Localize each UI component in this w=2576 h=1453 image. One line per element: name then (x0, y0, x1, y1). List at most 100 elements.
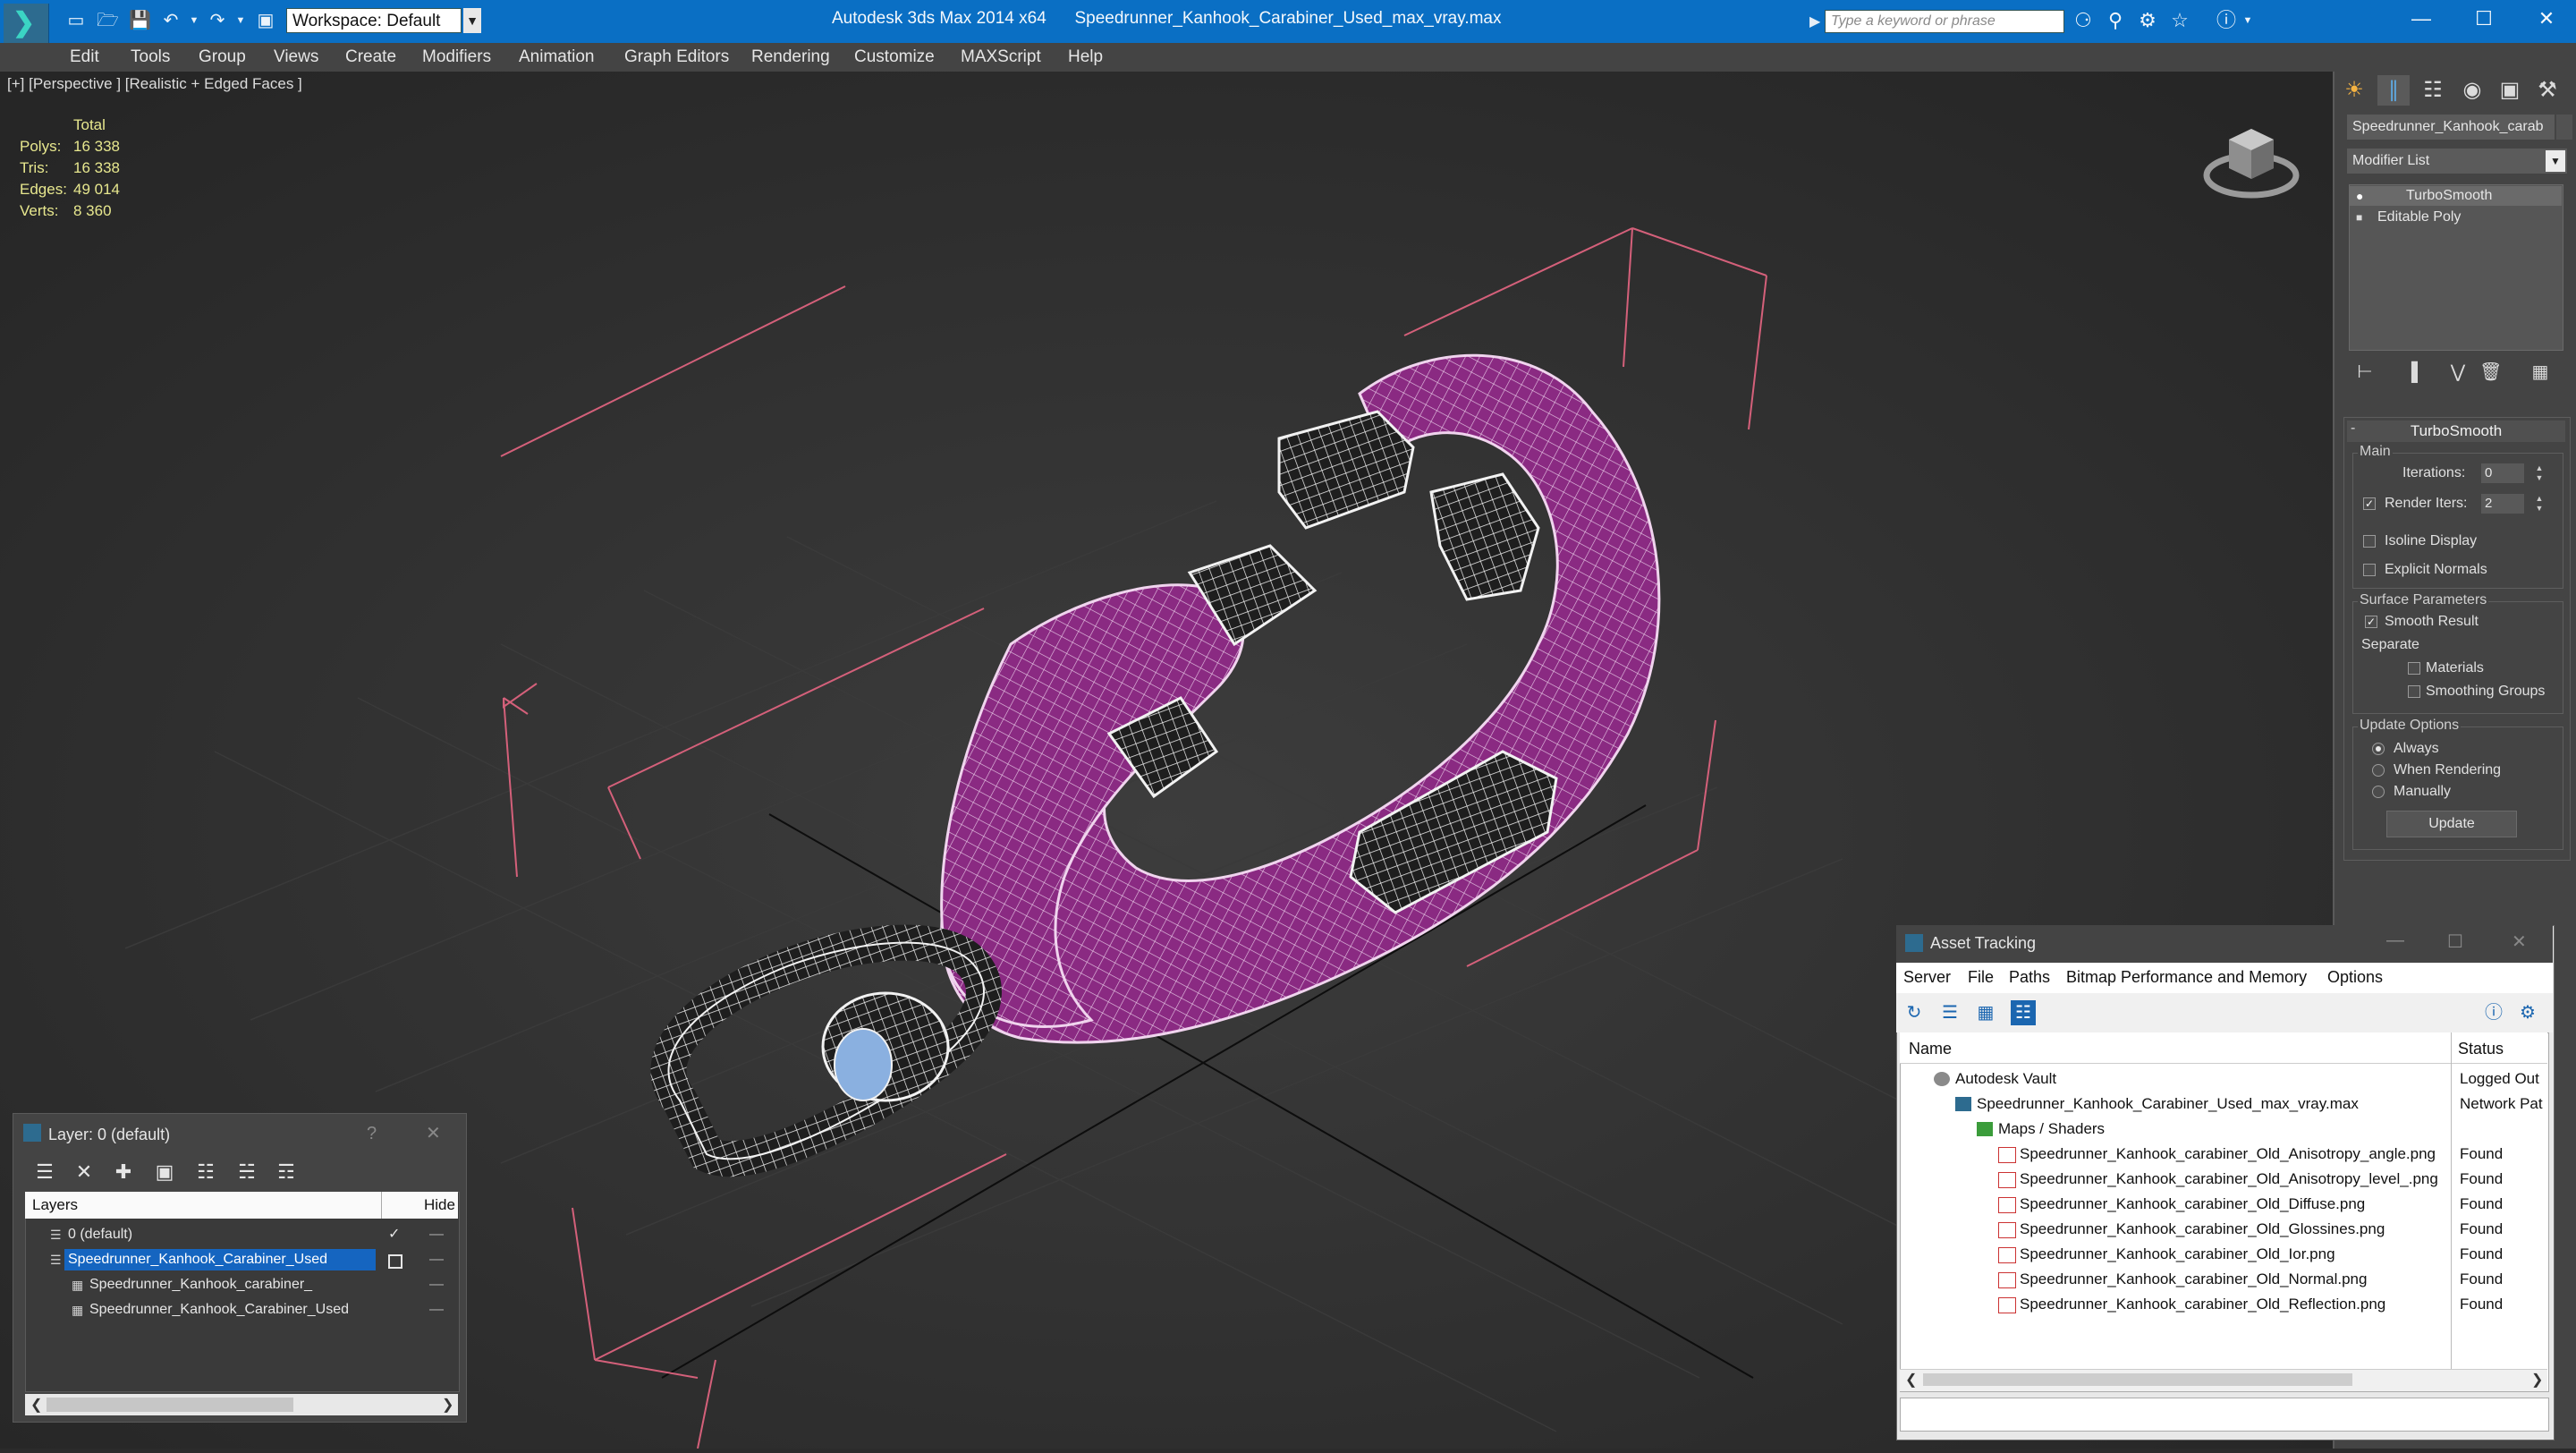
menu-views[interactable]: Views (274, 43, 318, 72)
scroll-left-icon[interactable]: ❮ (1905, 1371, 1917, 1389)
motion-tab-icon[interactable]: ◉ (2456, 75, 2488, 106)
close-icon[interactable]: ✕ (2512, 930, 2527, 953)
lightbulb-icon[interactable]: ● (2356, 186, 2363, 206)
help-dropdown-icon[interactable]: ▼ (2236, 9, 2259, 32)
table-view-icon[interactable]: ▦ (1973, 1000, 1998, 1025)
col-layers[interactable]: Layers (32, 1196, 78, 1214)
maximize-icon[interactable]: ☐ (2447, 930, 2463, 953)
menu-tools[interactable]: Tools (131, 43, 170, 72)
render-iters-spinner[interactable]: 2 (2481, 494, 2524, 514)
asset-menu-bitmap-performance[interactable]: Bitmap Performance and Memory (2066, 968, 2307, 987)
close-icon[interactable]: ✕ (426, 1122, 441, 1144)
configure-modifier-sets-icon[interactable]: ▦ (2529, 361, 2551, 383)
pin-stack-icon[interactable]: ⊢ (2354, 361, 2376, 383)
help-icon[interactable]: ⓘ (2215, 9, 2238, 32)
scroll-right-icon[interactable]: ❯ (2531, 1371, 2543, 1389)
stack-item-editable-poly[interactable]: ■ Editable Poly (2349, 208, 2562, 227)
always-radio[interactable] (2372, 743, 2385, 755)
manually-radio[interactable] (2372, 786, 2385, 798)
set-current-layer-icon[interactable]: ☵ (234, 1160, 259, 1185)
minimize-icon[interactable]: — (2386, 930, 2404, 951)
new-file-icon[interactable]: ▭ (66, 11, 86, 30)
smooth-result-checkbox[interactable]: ✓ (2365, 616, 2377, 628)
asset-menu-file[interactable]: File (1968, 968, 1994, 987)
asset-row[interactable]: Speedrunner_Kanhook_carabiner_Old_Normal… (1900, 1267, 2547, 1292)
asset-row[interactable]: Speedrunner_Kanhook_carabiner_Old_Ior.pn… (1900, 1242, 2547, 1267)
search-input[interactable]: Type a keyword or phrase (1825, 10, 2064, 33)
show-end-result-icon[interactable]: ▐ (2401, 361, 2422, 383)
menu-create[interactable]: Create (345, 43, 396, 72)
update-button[interactable]: Update (2386, 811, 2517, 837)
materials-checkbox[interactable] (2408, 662, 2420, 675)
workspace-select[interactable]: Workspace: Default (286, 8, 462, 33)
viewcube-icon[interactable] (2202, 113, 2301, 202)
display-tab-icon[interactable]: ▣ (2494, 75, 2526, 106)
refresh-icon[interactable]: ↻ (1902, 1000, 1927, 1025)
hierarchy-tab-icon[interactable]: ☷ (2417, 75, 2449, 106)
undo-icon[interactable]: ↶ (161, 11, 181, 30)
object-name-field[interactable]: Speedrunner_Kanhook_carab (2347, 115, 2555, 140)
save-file-icon[interactable]: 💾 (129, 11, 151, 30)
spinner-arrows-icon[interactable]: ▲ ▼ (2533, 494, 2546, 514)
asset-row[interactable]: Speedrunner_Kanhook_carabiner_Old_Anisot… (1900, 1142, 2547, 1167)
close-icon[interactable]: ✕ (2519, 0, 2574, 38)
menu-customize[interactable]: Customize (854, 43, 935, 72)
hide-all-layers-icon[interactable]: ☶ (274, 1160, 299, 1185)
app-logo-icon[interactable]: ❯ (4, 4, 49, 43)
asset-menu-server[interactable]: Server (1903, 968, 1951, 987)
asset-row[interactable]: Maps / Shaders (1900, 1117, 2547, 1142)
undo-dropdown-icon[interactable]: ▼ (184, 11, 204, 30)
explicit-normals-checkbox[interactable] (2363, 564, 2376, 576)
create-layer-icon[interactable]: ☰ (32, 1160, 57, 1185)
menu-maxscript[interactable]: MAXScript (961, 43, 1041, 72)
layer-checkbox[interactable] (388, 1254, 402, 1269)
select-in-layer-icon[interactable]: ▣ (152, 1160, 177, 1185)
layer-row[interactable]: ▦ Speedrunner_Kanhook_Carabiner_Used — (27, 1297, 456, 1322)
object-color-swatch[interactable] (2556, 115, 2572, 140)
open-file-icon[interactable]: 🗁 (97, 11, 119, 30)
list-view-icon[interactable]: ☰ (1937, 1000, 1962, 1025)
rollout-title[interactable]: TurboSmooth (2347, 421, 2565, 442)
make-unique-icon[interactable]: ⋁ (2447, 361, 2469, 383)
help-icon[interactable]: ? (367, 1124, 377, 1144)
remove-modifier-icon[interactable]: 🗑 (2479, 361, 2502, 383)
workspace-dropdown-icon[interactable]: ▼ (463, 8, 481, 33)
project-folder-icon[interactable]: ▣ (256, 11, 275, 30)
expand-icon[interactable]: ■ (2356, 208, 2362, 227)
asset-row[interactable]: Autodesk Vault Logged Out (1900, 1066, 2547, 1092)
viewport-label[interactable]: [+] [Perspective ] [Realistic + Edged Fa… (7, 75, 302, 93)
add-to-layer-icon[interactable]: ✚ (111, 1160, 136, 1185)
spinner-arrows-icon[interactable]: ▲ ▼ (2533, 463, 2546, 483)
asset-row[interactable]: Speedrunner_Kanhook_carabiner_Old_Glossi… (1900, 1217, 2547, 1242)
asset-menu-options[interactable]: Options (2327, 968, 2383, 987)
hide-toggle[interactable]: — (429, 1247, 444, 1272)
iterations-spinner[interactable]: 0 (2481, 463, 2524, 483)
binoculars-icon[interactable]: ⚆ (2072, 9, 2095, 32)
settings-icon[interactable]: ⚙ (2515, 1000, 2540, 1025)
asset-menu-paths[interactable]: Paths (2009, 968, 2050, 987)
select-layer-icon[interactable]: ☷ (193, 1160, 218, 1185)
col-status[interactable]: Status (2458, 1040, 2504, 1058)
scroll-left-icon[interactable]: ❮ (30, 1396, 42, 1414)
redo-dropdown-icon[interactable]: ▼ (231, 11, 250, 30)
delete-layer-icon[interactable]: ✕ (72, 1160, 97, 1185)
grid-view-icon[interactable]: ☷ (2011, 1000, 2036, 1025)
create-tab-icon[interactable]: ☀ (2338, 75, 2370, 106)
collapse-icon[interactable]: - (2351, 421, 2355, 437)
smoothing-groups-checkbox[interactable] (2408, 685, 2420, 698)
layer-row[interactable]: ☰ 0 (default) ✓ — (27, 1222, 456, 1247)
utilities-tab-icon[interactable]: ⚒ (2531, 75, 2563, 106)
modifier-list-dropdown[interactable]: Modifier List (2347, 149, 2567, 174)
when-rendering-radio[interactable] (2372, 764, 2385, 777)
menu-animation[interactable]: Animation (519, 43, 595, 72)
menu-edit[interactable]: Edit (70, 43, 99, 72)
menu-help[interactable]: Help (1068, 43, 1103, 72)
layer-row[interactable]: ☰ Speedrunner_Kanhook_Carabiner_Used — (27, 1247, 456, 1272)
menu-group[interactable]: Group (199, 43, 246, 72)
chevron-down-icon[interactable]: ▼ (2546, 150, 2565, 172)
hide-toggle[interactable]: — (429, 1297, 444, 1322)
scrollbar-thumb[interactable] (47, 1398, 293, 1412)
subscription-icon[interactable]: ⚲ (2104, 9, 2127, 32)
communication-icon[interactable]: ⚙ (2136, 9, 2159, 32)
scroll-right-icon[interactable]: ❯ (442, 1396, 453, 1414)
